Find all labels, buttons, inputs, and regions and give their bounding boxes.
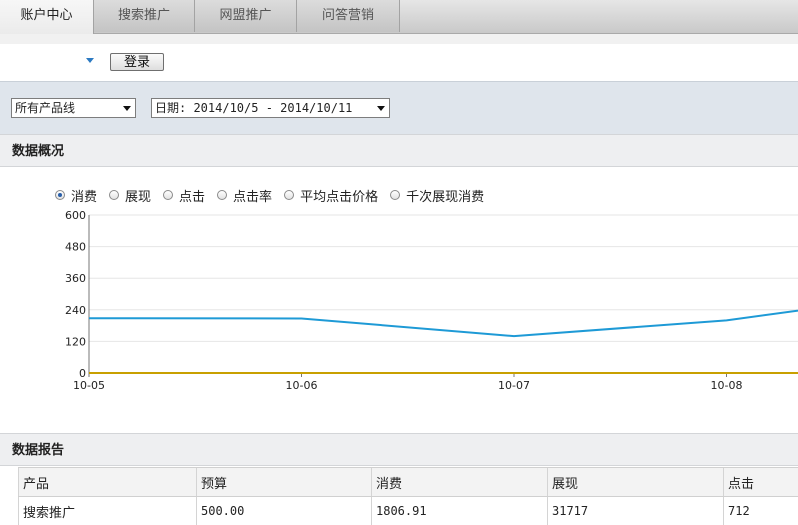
y-tick-label: 120 <box>65 335 86 348</box>
metric-radio-clicks[interactable]: 点击 <box>163 187 205 203</box>
metric-label: 点击 <box>179 186 205 205</box>
account-select[interactable] <box>8 53 96 69</box>
filter-bar: 所有产品线 日期: 2014/10/5 - 2014/10/11 <box>0 81 798 135</box>
y-tick-label: 480 <box>65 241 86 254</box>
table-header-row: 产品 预算 消费 展现 点击 <box>19 468 798 497</box>
series-line <box>89 291 798 336</box>
metric-radio-spend[interactable]: 消费 <box>55 187 97 203</box>
metric-radio-avg-cpc[interactable]: 平均点击价格 <box>284 187 378 203</box>
chevron-down-icon <box>86 58 94 63</box>
product-line-select[interactable]: 所有产品线 <box>11 98 136 118</box>
tab-qa-marketing[interactable]: 问答营销 <box>297 0 400 32</box>
table-cell-impressions: 31717 <box>548 497 724 525</box>
y-tick-label: 240 <box>65 304 86 317</box>
metric-label: 消费 <box>71 186 97 205</box>
report-table: 产品 预算 消费 展现 点击 搜索推广 500.00 1806.91 31717… <box>18 467 798 525</box>
tab-account-center[interactable]: 账户中心 <box>0 0 94 34</box>
radio-icon <box>109 190 119 200</box>
x-tick-label: 10-08 <box>711 379 743 392</box>
radio-icon <box>390 190 400 200</box>
radio-icon <box>284 190 294 200</box>
spend-line-chart: 012024036048060010-0510-0610-0710-08 <box>0 205 798 395</box>
x-tick-label: 10-06 <box>286 379 318 392</box>
metric-radio-impressions[interactable]: 展现 <box>109 187 151 203</box>
table-cell-spend: 1806.91 <box>372 497 548 525</box>
report-header: 数据报告 <box>0 433 798 466</box>
column-header-budget[interactable]: 预算 <box>197 468 372 497</box>
metric-label: 平均点击价格 <box>300 186 378 205</box>
table-row: 搜索推广 500.00 1806.91 31717 712 <box>19 497 798 525</box>
x-tick-label: 10-05 <box>73 379 105 392</box>
overview-title: 数据概况 <box>12 144 64 159</box>
report-title: 数据报告 <box>12 443 64 458</box>
table-cell-product: 搜索推广 <box>19 497 197 525</box>
date-range-select[interactable]: 日期: 2014/10/5 - 2014/10/11 <box>151 98 390 118</box>
chevron-down-icon <box>123 106 131 111</box>
metric-label: 千次展现消费 <box>406 186 484 205</box>
table-cell-clicks: 712 <box>724 497 798 525</box>
radio-icon <box>163 190 173 200</box>
y-tick-label: 600 <box>65 209 86 222</box>
metric-radio-ctr[interactable]: 点击率 <box>217 187 272 203</box>
date-range-value: 日期: 2014/10/5 - 2014/10/11 <box>155 101 352 115</box>
product-line-value: 所有产品线 <box>15 101 75 115</box>
column-header-impressions[interactable]: 展现 <box>548 468 724 497</box>
metric-label: 展现 <box>125 186 151 205</box>
radio-icon <box>217 190 227 200</box>
column-header-spend[interactable]: 消费 <box>372 468 548 497</box>
y-tick-label: 360 <box>65 272 86 285</box>
metric-label: 点击率 <box>233 186 272 205</box>
x-tick-label: 10-07 <box>498 379 530 392</box>
metric-radio-cpm[interactable]: 千次展现消费 <box>390 187 484 203</box>
chevron-down-icon <box>377 106 385 111</box>
top-tab-bar: 账户中心 搜索推广 网盟推广 问答营销 <box>0 0 798 34</box>
metric-radio-group: 消费 展现 点击 点击率 平均点击价格 千次展现消费 <box>55 187 496 203</box>
radio-icon <box>55 190 65 200</box>
tab-search-promotion[interactable]: 搜索推广 <box>94 0 195 32</box>
login-button[interactable]: 登录 <box>110 53 164 71</box>
account-bar: 登录 <box>0 44 798 80</box>
divider-strip <box>0 34 798 44</box>
overview-header: 数据概况 <box>0 134 798 167</box>
column-header-clicks[interactable]: 点击 <box>724 468 798 497</box>
column-header-product[interactable]: 产品 <box>19 468 197 497</box>
table-cell-budget: 500.00 <box>197 497 372 525</box>
tab-network-promotion[interactable]: 网盟推广 <box>195 0 297 32</box>
